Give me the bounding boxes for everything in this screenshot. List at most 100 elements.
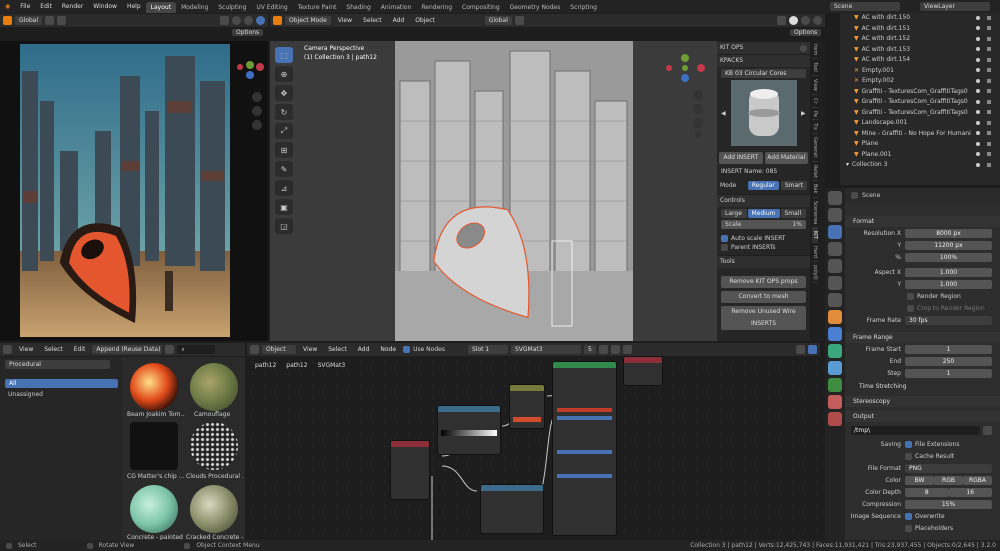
rotate-tool-icon[interactable]: ↻ — [275, 104, 293, 120]
node-ambient-occlusion[interactable] — [390, 440, 430, 500]
left-viewport[interactable] — [0, 41, 268, 341]
asset-editor-icon[interactable] — [3, 345, 12, 354]
tab-animation[interactable]: Animation — [376, 2, 417, 13]
tab-scenerea[interactable]: Scenerea — [812, 198, 818, 229]
stereoscopy-header[interactable]: Stereoscopy — [845, 396, 1000, 407]
frame-end-field[interactable]: 250 — [905, 357, 992, 366]
main-navigation-gizmo[interactable] — [655, 53, 715, 138]
asset-search-input[interactable]: ⌕ — [177, 345, 216, 354]
frame-rate-dropdown[interactable]: 30 fps — [905, 316, 992, 325]
resolution-y-field[interactable]: 11200 px — [905, 241, 992, 250]
frame-step-field[interactable]: 1 — [905, 369, 992, 378]
scene-selector[interactable]: Scene — [830, 2, 900, 11]
node-editor-canvas[interactable]: path12 path12 SVGMat3 — [247, 356, 820, 540]
node-pin-icon[interactable] — [808, 345, 817, 354]
tab-item[interactable]: Item — [812, 41, 818, 60]
editor-type-icon[interactable] — [3, 16, 12, 25]
particles-props-icon[interactable] — [828, 344, 842, 358]
asset-menu-view[interactable]: View — [15, 345, 37, 354]
parent-inserts-checkbox[interactable] — [721, 244, 728, 251]
output-props-icon[interactable] — [828, 225, 842, 239]
mode-selector[interactable]: Object Mode — [285, 16, 331, 25]
tab-hard[interactable]: Hard — [812, 243, 818, 262]
select-tool-icon[interactable]: ⬚ — [275, 47, 293, 63]
slot-dropdown[interactable]: Slot 1 — [467, 345, 508, 354]
tab-view[interactable]: View — [812, 76, 818, 95]
main-viewport[interactable]: Camera Perspective (1) Collection 3 | pa… — [270, 41, 717, 341]
node-material-output[interactable] — [623, 356, 663, 386]
node-editor-icon[interactable] — [250, 345, 259, 354]
controls-header[interactable]: Controls — [717, 194, 810, 207]
size-medium-button[interactable]: Medium — [747, 209, 780, 218]
menu-object[interactable]: Object — [411, 16, 439, 25]
texture-props-icon[interactable] — [828, 412, 842, 426]
add-material-button[interactable]: Add Material — [764, 152, 808, 164]
overwrite-checkbox[interactable] — [905, 513, 912, 520]
node-menu-view[interactable]: View — [299, 345, 321, 354]
add-cube-tool-icon[interactable]: ▣ — [275, 199, 293, 215]
resolution-x-field[interactable]: 8000 px — [905, 229, 992, 238]
fake-user-icon[interactable] — [598, 345, 608, 354]
asset-thumb-clouds[interactable] — [190, 422, 238, 470]
asset-menu-select[interactable]: Select — [40, 345, 67, 354]
material-props-icon[interactable] — [828, 395, 842, 409]
kpacks-header[interactable]: KPACKS — [717, 54, 810, 67]
tab-cr[interactable]: Cr — [812, 95, 818, 108]
shading-rendered-icon[interactable] — [256, 16, 265, 25]
depth-16-button[interactable]: 16 — [948, 488, 992, 497]
node-color-ramp[interactable] — [437, 405, 501, 455]
tab-generat[interactable]: Generat — [812, 134, 818, 162]
main-options-button[interactable]: Options — [790, 28, 822, 37]
main-transform-orientation[interactable]: Global — [484, 16, 512, 25]
node-menu-add[interactable]: Add — [354, 345, 374, 354]
node-mix[interactable] — [509, 384, 545, 429]
main-shading-rendered-icon[interactable] — [813, 16, 822, 25]
asset-thumb-concrete-painted[interactable] — [130, 485, 178, 533]
node-bump[interactable] — [480, 484, 544, 534]
snap-icon[interactable] — [45, 16, 55, 25]
constraints-props-icon[interactable] — [828, 378, 842, 392]
scene-props-icon[interactable] — [828, 259, 842, 273]
main-overlay-icon[interactable] — [777, 16, 786, 25]
unlink-material-icon[interactable] — [622, 345, 632, 354]
left-navigation-gizmo[interactable] — [233, 57, 267, 135]
menu-render[interactable]: Render — [57, 0, 88, 13]
shading-solid-icon[interactable] — [232, 16, 241, 25]
frame-start-field[interactable]: 1 — [905, 345, 992, 354]
remove-props-button[interactable]: Remove KIT OPS props — [721, 276, 806, 288]
depth-8-button[interactable]: 8 — [905, 488, 949, 497]
modifier-props-icon[interactable] — [828, 327, 842, 341]
tab-shading[interactable]: Shading — [341, 2, 375, 13]
mode-smart-button[interactable]: Smart — [780, 181, 807, 190]
new-material-icon[interactable] — [610, 345, 620, 354]
main-shading-material-icon[interactable] — [801, 16, 810, 25]
format-header[interactable]: Format — [845, 216, 1000, 227]
compression-field[interactable]: 15% — [905, 500, 992, 509]
tab-uv-editing[interactable]: UV Editing — [251, 2, 292, 13]
menu-add[interactable]: Add — [389, 16, 409, 25]
output-path-field[interactable]: /tmp\ — [851, 426, 980, 435]
menu-view[interactable]: View — [334, 16, 356, 25]
main-snap-icon[interactable] — [514, 16, 524, 25]
view-layer-props-icon[interactable] — [828, 242, 842, 256]
import-mode-dropdown[interactable]: Append (Reuse Data) — [92, 345, 163, 354]
blender-logo-icon[interactable]: ◉ — [0, 0, 15, 13]
node-menu-select[interactable]: Select — [324, 345, 351, 354]
placeholders-checkbox[interactable] — [905, 525, 912, 532]
tab-rendering[interactable]: Rendering — [416, 2, 457, 13]
node-overlay-icon[interactable] — [796, 345, 805, 354]
asset-filter-icon[interactable] — [165, 345, 175, 354]
tab-polyq[interactable]: polyQ — [812, 262, 818, 284]
file-format-dropdown[interactable]: PNG — [905, 464, 992, 473]
overlay-icon[interactable] — [220, 16, 229, 25]
tab-tis[interactable]: Tis — [812, 120, 818, 135]
world-props-icon[interactable] — [828, 276, 842, 290]
tab-sculpting[interactable]: Sculpting — [213, 2, 251, 13]
mode-regular-button[interactable]: Regular — [747, 181, 779, 190]
left-options-button[interactable]: Options — [232, 28, 264, 37]
shading-material-icon[interactable] — [244, 16, 253, 25]
render-region-checkbox[interactable] — [907, 293, 914, 300]
tab-geometry-nodes[interactable]: Geometry Nodes — [505, 2, 566, 13]
folder-icon[interactable] — [983, 426, 992, 435]
annotate-tool-icon[interactable]: ✎ — [275, 161, 293, 177]
